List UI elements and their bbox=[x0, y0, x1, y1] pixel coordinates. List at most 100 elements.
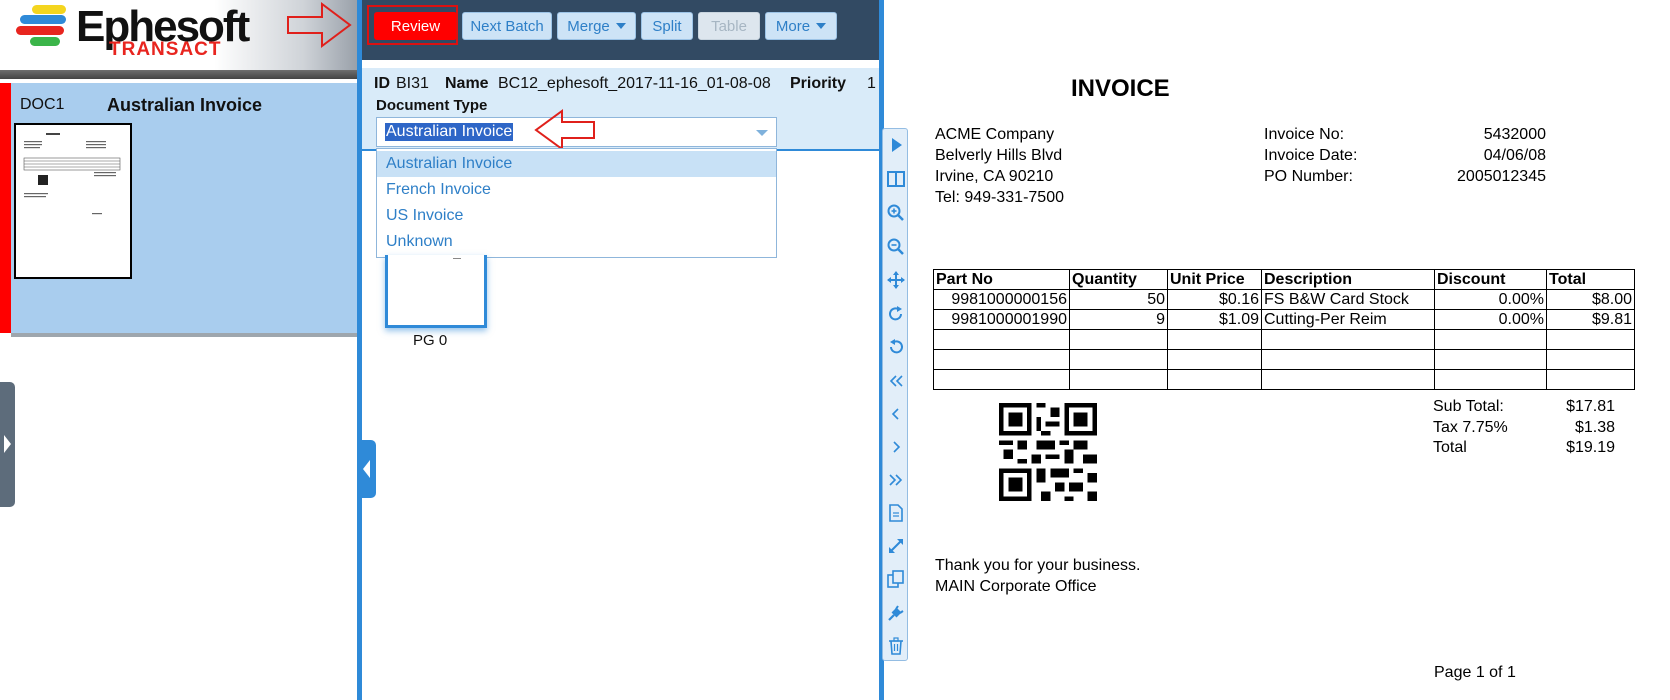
column-header: Description bbox=[1261, 269, 1435, 290]
page-thumbnail[interactable] bbox=[385, 255, 487, 328]
more-button[interactable]: More bbox=[765, 12, 837, 40]
last-page-icon[interactable] bbox=[886, 470, 906, 490]
invoice-meta-label: Invoice No: bbox=[1264, 126, 1345, 143]
table-button[interactable]: Table bbox=[698, 12, 760, 40]
table-cell: 0.00% bbox=[1434, 309, 1547, 330]
first-page-icon[interactable] bbox=[886, 371, 906, 391]
totals-value: $17.81 bbox=[1566, 398, 1615, 415]
column-header: Unit Price bbox=[1167, 269, 1262, 290]
table-cell: $0.16 bbox=[1167, 289, 1262, 310]
dropdown-option[interactable]: US Invoice bbox=[377, 203, 776, 229]
rotate-ccw-icon[interactable] bbox=[886, 337, 906, 357]
totals-value: $1.38 bbox=[1574, 419, 1615, 436]
document-id: DOC1 bbox=[20, 96, 65, 113]
prev-page-icon[interactable] bbox=[886, 404, 906, 424]
more-label: More bbox=[775, 17, 811, 35]
column-header: Total bbox=[1546, 269, 1635, 290]
batch-priority-label: Priority bbox=[790, 75, 847, 92]
company-line: ACME Company bbox=[935, 126, 1055, 143]
caret-down-icon bbox=[615, 23, 626, 29]
totals-label: Tax 7.75% bbox=[1433, 419, 1508, 436]
qr-code-image bbox=[999, 403, 1097, 501]
table-row-empty bbox=[933, 329, 1635, 350]
zoom-in-icon[interactable] bbox=[886, 203, 906, 223]
logo-stripe-green bbox=[30, 37, 60, 46]
document-type-label: Document Type bbox=[376, 97, 488, 114]
chevron-left-icon bbox=[363, 460, 370, 478]
batch-id-label: ID bbox=[374, 75, 390, 92]
left-panel-collapse-handle[interactable] bbox=[0, 382, 15, 507]
batch-id-value: BI31 bbox=[396, 75, 429, 92]
table-cell: 9 bbox=[1069, 309, 1168, 330]
page-count: Page 1 of 1 bbox=[1434, 664, 1516, 681]
dropdown-option[interactable]: Australian Invoice bbox=[377, 151, 776, 177]
invoice-meta-label: PO Number: bbox=[1264, 168, 1353, 185]
dropdown-option[interactable]: Unknown bbox=[377, 229, 776, 255]
zoom-out-icon[interactable] bbox=[886, 237, 906, 257]
batch-name-value: BC12_ephesoft_2017-11-16_01-08-08 bbox=[498, 75, 771, 92]
move-icon[interactable] bbox=[886, 270, 906, 290]
company-line: Irvine, CA 90210 bbox=[935, 168, 1054, 185]
next-batch-button[interactable]: Next Batch bbox=[462, 12, 552, 40]
column-header: Discount bbox=[1434, 269, 1547, 290]
invoice-meta-value: 5432000 bbox=[1483, 126, 1546, 143]
table-cell: 9981000000156 bbox=[933, 289, 1070, 310]
company-line: Tel: 949-331-7500 bbox=[935, 189, 1064, 206]
document-thumbnail[interactable] bbox=[14, 123, 132, 279]
logo-divider bbox=[0, 70, 357, 79]
play-icon[interactable] bbox=[886, 135, 906, 155]
table-cell: $8.00 bbox=[1546, 289, 1635, 310]
invoice-meta-value: 2005012345 bbox=[1457, 168, 1546, 185]
split-label: Split bbox=[652, 17, 682, 35]
merge-label: Merge bbox=[567, 17, 610, 35]
invoice-meta-value: 04/06/08 bbox=[1483, 147, 1546, 164]
split-button[interactable]: Split bbox=[641, 12, 693, 40]
logo-stripe-blue bbox=[20, 15, 66, 24]
document-type-dropdown: Australian Invoice French Invoice US Inv… bbox=[376, 148, 777, 258]
copy-icon[interactable] bbox=[886, 569, 906, 589]
batch-priority-value: 1 bbox=[867, 75, 876, 92]
rotate-cw-icon[interactable] bbox=[886, 304, 906, 324]
table-row-empty bbox=[933, 369, 1635, 390]
next-page-icon[interactable] bbox=[886, 437, 906, 457]
table-cell: FS B&W Card Stock bbox=[1261, 289, 1435, 310]
batch-name-label: Name bbox=[445, 75, 489, 92]
caret-down-icon bbox=[816, 23, 827, 29]
dropdown-option[interactable]: French Invoice bbox=[377, 177, 776, 203]
plug-icon[interactable] bbox=[886, 603, 906, 623]
totals-label: Total bbox=[1433, 439, 1467, 456]
split-view-icon[interactable] bbox=[886, 169, 906, 189]
document-icon[interactable] bbox=[886, 503, 906, 523]
chevron-down-icon bbox=[756, 130, 768, 136]
page-label: PG 0 bbox=[413, 332, 448, 349]
invoice-heading: INVOICE bbox=[1071, 75, 1170, 102]
fit-icon[interactable] bbox=[886, 536, 906, 556]
table-cell: 9981000001990 bbox=[933, 309, 1070, 330]
column-header: Part No bbox=[933, 269, 1070, 290]
merge-button[interactable]: Merge bbox=[557, 12, 636, 40]
document-type-selected-value: Australian Invoice bbox=[385, 123, 514, 141]
table-cell: 0.00% bbox=[1434, 289, 1547, 310]
column-header: Quantity bbox=[1069, 269, 1168, 290]
document-title: Australian Invoice bbox=[107, 95, 263, 115]
logo-stripe-yellow bbox=[32, 5, 66, 14]
table-row: 9981000001990 9 $1.09 Cutting-Per Reim 0… bbox=[933, 309, 1635, 330]
invoice-footer-line: Thank you for your business. bbox=[935, 557, 1141, 574]
next-batch-label: Next Batch bbox=[470, 17, 544, 35]
table-cell: $9.81 bbox=[1546, 309, 1635, 330]
document-panel-shadow bbox=[11, 333, 357, 337]
invoice-line-items-table: Part No Quantity Unit Price Description … bbox=[933, 269, 1635, 390]
invoice-footer-line: MAIN Corporate Office bbox=[935, 578, 1097, 595]
document-status-bar bbox=[0, 83, 11, 333]
viewer-tools bbox=[882, 128, 908, 661]
logo-stripe-red bbox=[16, 26, 64, 35]
trash-icon[interactable] bbox=[886, 636, 906, 656]
batch-panel-collapse-handle[interactable] bbox=[358, 440, 376, 498]
arrow-right-annotation-icon bbox=[287, 2, 352, 48]
table-row-empty bbox=[933, 349, 1635, 370]
table-header-row: Part No Quantity Unit Price Description … bbox=[933, 269, 1635, 290]
invoice-meta-label: Invoice Date: bbox=[1264, 147, 1358, 164]
totals-value: $19.19 bbox=[1566, 439, 1615, 456]
arrow-left-annotation-icon bbox=[534, 109, 595, 151]
logo-subtext: TRANSACT bbox=[109, 39, 222, 60]
